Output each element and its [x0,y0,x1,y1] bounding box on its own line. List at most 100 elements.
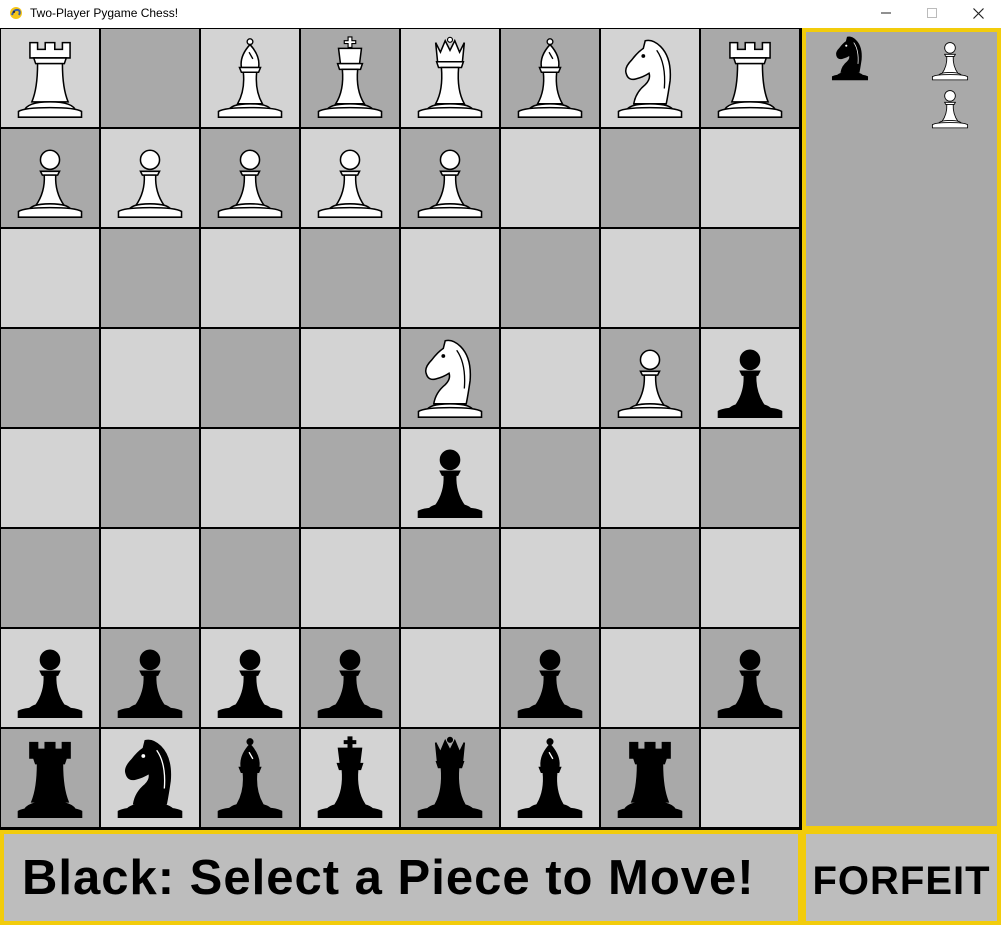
minimize-icon [881,12,891,14]
board-square[interactable] [400,428,500,528]
black-pawn-icon[interactable] [407,435,493,521]
board-square[interactable] [700,728,800,828]
board-square[interactable] [0,728,100,828]
white-pawn-icon[interactable] [107,135,193,221]
board-square[interactable] [400,28,500,128]
board-square[interactable] [0,128,100,228]
forfeit-button[interactable]: FORFEIT [802,830,1001,925]
board-square[interactable] [200,128,300,228]
board-square[interactable] [300,228,400,328]
board-square[interactable] [300,128,400,228]
white-pawn-icon[interactable] [307,135,393,221]
white-pawn-icon[interactable] [607,335,693,421]
black-pawn-icon[interactable] [507,635,593,721]
board-square[interactable] [300,328,400,428]
board-square[interactable] [400,128,500,228]
black-pawn-icon[interactable] [207,635,293,721]
board-square[interactable] [300,728,400,828]
black-pawn-icon[interactable] [107,635,193,721]
board-square[interactable] [500,528,600,628]
white-rook-icon[interactable] [707,35,793,121]
board-square[interactable] [0,628,100,728]
board-square[interactable] [500,428,600,528]
board-square[interactable] [100,628,200,728]
board-square[interactable] [600,228,700,328]
board-square[interactable] [500,228,600,328]
captured-black-pieces [826,34,874,82]
board-square[interactable] [500,328,600,428]
board-square[interactable] [100,128,200,228]
board-square[interactable] [600,128,700,228]
board-square[interactable] [600,328,700,428]
white-pawn-icon[interactable] [407,135,493,221]
board-square[interactable] [400,228,500,328]
black-rook-icon[interactable] [7,735,93,821]
board-square[interactable] [0,428,100,528]
board-square[interactable] [400,328,500,428]
board-square[interactable] [300,528,400,628]
black-queen-icon[interactable] [407,735,493,821]
board-square[interactable] [500,28,600,128]
board-square[interactable] [500,728,600,828]
board-square[interactable] [700,328,800,428]
black-pawn-icon[interactable] [707,635,793,721]
board-square[interactable] [500,628,600,728]
board-square[interactable] [100,428,200,528]
white-pawn-icon[interactable] [207,135,293,221]
maximize-button[interactable] [909,0,955,26]
board-square[interactable] [400,628,500,728]
board-square[interactable] [600,728,700,828]
board-square[interactable] [600,628,700,728]
board-square[interactable] [400,528,500,628]
black-rook-icon[interactable] [607,735,693,821]
board-square[interactable] [300,428,400,528]
white-knight-icon[interactable] [407,335,493,421]
white-pawn-icon[interactable] [7,135,93,221]
board-square[interactable] [200,228,300,328]
board-square[interactable] [0,528,100,628]
black-knight-icon[interactable] [107,735,193,821]
white-queen-icon[interactable] [407,35,493,121]
white-bishop-icon[interactable] [207,35,293,121]
board-square[interactable] [100,328,200,428]
black-pawn-icon[interactable] [707,335,793,421]
board-square[interactable] [100,528,200,628]
title-bar[interactable]: Two-Player Pygame Chess! [0,0,1001,26]
board-square[interactable] [600,428,700,528]
black-bishop-icon[interactable] [507,735,593,821]
board-square[interactable] [700,528,800,628]
board-square[interactable] [200,428,300,528]
board-square[interactable] [600,528,700,628]
board-square[interactable] [0,28,100,128]
board-square[interactable] [200,28,300,128]
board-square[interactable] [500,128,600,228]
board-square[interactable] [100,728,200,828]
white-rook-icon[interactable] [7,35,93,121]
board-square[interactable] [700,228,800,328]
board-square[interactable] [300,28,400,128]
board-square[interactable] [700,28,800,128]
white-king-icon[interactable] [307,35,393,121]
board-square[interactable] [100,228,200,328]
black-king-icon[interactable] [307,735,393,821]
board-square[interactable] [700,628,800,728]
minimize-button[interactable] [863,0,909,26]
close-button[interactable] [955,0,1001,26]
white-bishop-icon[interactable] [507,35,593,121]
black-pawn-icon[interactable] [7,635,93,721]
board-square[interactable] [300,628,400,728]
board-square[interactable] [400,728,500,828]
board-square[interactable] [100,28,200,128]
board-square[interactable] [200,728,300,828]
board-square[interactable] [0,328,100,428]
board-square[interactable] [200,528,300,628]
board-square[interactable] [700,128,800,228]
black-pawn-icon[interactable] [307,635,393,721]
black-bishop-icon[interactable] [207,735,293,821]
board-square[interactable] [200,628,300,728]
board-square[interactable] [600,28,700,128]
board-square[interactable] [0,228,100,328]
board-square[interactable] [200,328,300,428]
white-knight-icon[interactable] [607,35,693,121]
board-square[interactable] [700,428,800,528]
